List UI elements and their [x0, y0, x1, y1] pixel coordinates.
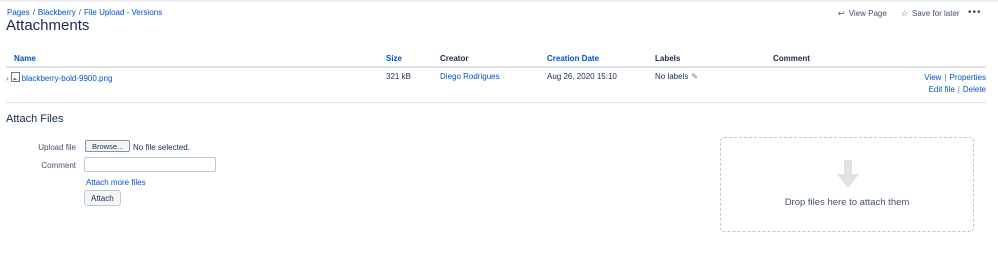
comment-label: Comment — [41, 161, 76, 170]
breadcrumb: Pages / Blackberry / File Upload - Versions — [7, 8, 162, 17]
view-attachment-link[interactable]: View — [924, 73, 941, 82]
page-title: Attachments — [6, 17, 90, 34]
table-row: › blackberry-bold-9900.png 321 kB Diego R… — [6, 67, 986, 103]
top-divider — [0, 0, 998, 2]
attachment-operations: View | Properties Edit file | Delete — [906, 67, 986, 103]
breadcrumb-separator: / — [78, 8, 81, 17]
attach-files-title: Attach Files — [6, 113, 64, 125]
attachment-creator-cell: Diego Rodrigues — [440, 67, 547, 103]
page-actions: ↩ View Page ☆ Save for later — [838, 9, 974, 18]
breadcrumb-file-upload-versions[interactable]: File Upload - Versions — [84, 8, 162, 17]
breadcrumb-blackberry[interactable]: Blackberry — [38, 8, 76, 17]
no-file-selected-text: No file selected. — [133, 143, 190, 152]
breadcrumb-separator: / — [32, 8, 35, 17]
ops-separator: | — [957, 85, 960, 94]
attachment-creation-date: Aug 26, 2020 15:10 — [547, 67, 655, 103]
column-header-creation-date[interactable]: Creation Date — [547, 51, 655, 68]
attachment-creator-link[interactable]: Diego Rodrigues — [440, 72, 500, 81]
download-arrow-icon — [837, 160, 859, 188]
properties-link[interactable]: Properties — [950, 73, 986, 82]
save-for-later-button[interactable]: ☆ Save for later — [901, 9, 960, 18]
drop-zone-text: Drop files here to attach them — [784, 197, 910, 208]
delete-link[interactable]: Delete — [963, 85, 986, 94]
view-page-label: View Page — [848, 9, 887, 18]
attachment-name-cell: › blackberry-bold-9900.png — [6, 67, 386, 103]
column-header-size[interactable]: Size — [386, 51, 440, 68]
browse-button[interactable]: Browse... — [85, 140, 131, 152]
attachment-labels-cell: No labels ✎ — [655, 67, 773, 103]
column-header-operations — [906, 51, 986, 68]
more-actions-button[interactable]: ••• — [968, 7, 982, 18]
column-header-comment: Comment — [773, 51, 906, 68]
attachment-comment — [773, 67, 906, 103]
edit-file-link[interactable]: Edit file — [929, 85, 955, 94]
column-header-labels: Labels — [655, 51, 773, 68]
breadcrumb-pages[interactable]: Pages — [7, 8, 30, 17]
comment-input[interactable] — [84, 157, 216, 172]
back-arrow-icon: ↩ — [838, 9, 845, 18]
view-page-button[interactable]: ↩ View Page — [838, 9, 887, 18]
column-header-creator: Creator — [440, 51, 547, 68]
attachments-table: Name Size Creator Creation Date Labels C… — [6, 51, 986, 103]
table-header-row: Name Size Creator Creation Date Labels C… — [6, 51, 986, 68]
attachment-labels: No labels — [655, 72, 689, 81]
column-header-name[interactable]: Name — [6, 51, 386, 68]
save-for-later-label: Save for later — [911, 9, 960, 18]
ops-separator: | — [944, 73, 947, 82]
edit-labels-pencil-icon[interactable]: ✎ — [691, 72, 698, 81]
file-drop-zone[interactable]: Drop files here to attach them — [720, 137, 974, 232]
expand-chevron-icon[interactable]: › — [6, 74, 9, 83]
attach-more-files-link[interactable]: Attach more files — [86, 178, 146, 187]
image-file-icon — [10, 72, 20, 82]
attachment-name-link[interactable]: blackberry-bold-9900.png — [22, 74, 113, 83]
star-icon: ☆ — [900, 9, 908, 18]
upload-file-label: Upload file — [38, 143, 76, 152]
attach-button[interactable]: Attach — [84, 190, 121, 206]
attachment-size: 321 kB — [386, 67, 440, 103]
